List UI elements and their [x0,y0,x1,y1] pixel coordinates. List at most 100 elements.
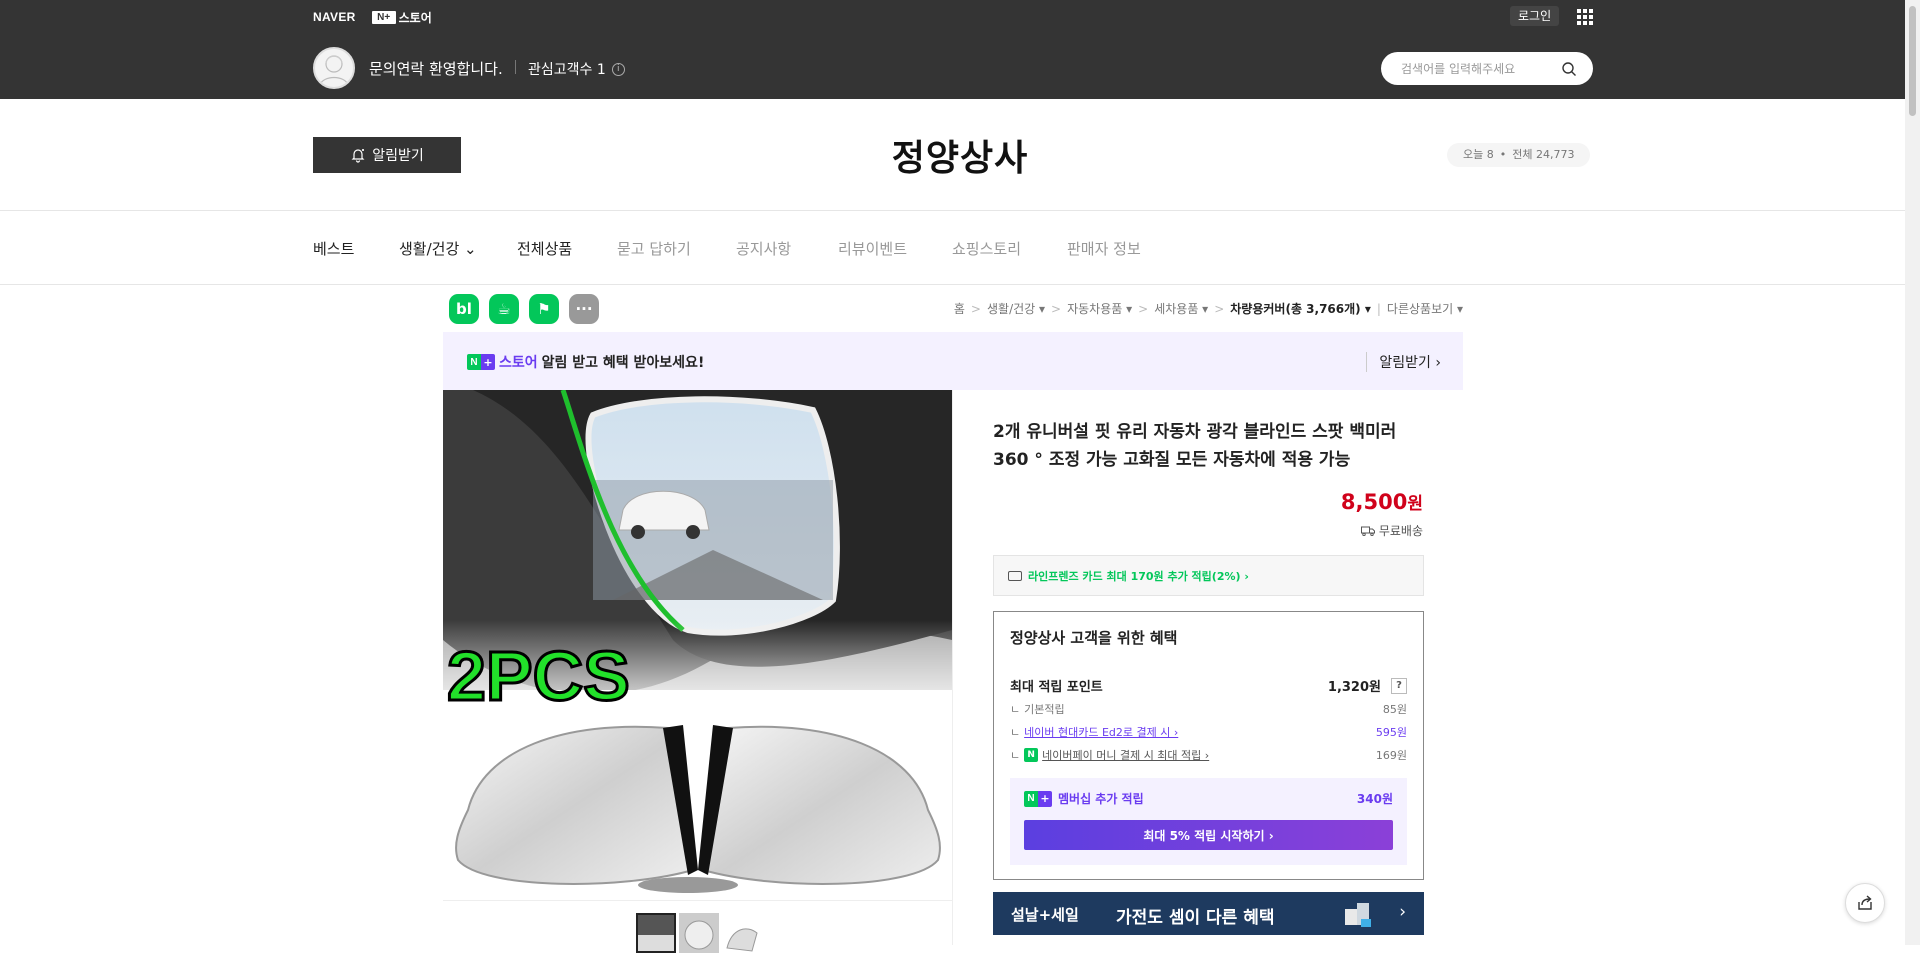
apps-grid-icon[interactable] [1577,9,1593,25]
more-share-button[interactable]: ··· [569,294,599,324]
nav-seller-info[interactable]: 판매자 정보 [1067,238,1141,259]
membership-label-wrap: N + 멤버십 추가 적립 [1024,790,1144,807]
cafe-share-button[interactable]: ☕ [489,294,519,324]
nplus-store-logo[interactable]: N+ 스토어 [371,9,432,26]
base-point-row: ㄴ 기본적립 85원 [1010,701,1407,717]
share-icon [1858,895,1872,910]
card-point-value: 595원 [1375,726,1407,739]
info-icon[interactable]: i [611,62,625,76]
login-button[interactable]: 로그인 [1510,6,1560,26]
visitors-total: 전체 24,773 [1512,148,1575,161]
product-name: 2개 유니버설 핏 유리 자동차 광각 블라인드 스팟 백미러 360 ° 조정… [993,422,1397,470]
floating-share-button[interactable] [1845,883,1885,923]
nplus-plus: + [481,354,495,370]
card-offer-banner[interactable]: 라인프렌즈 카드 최대 170원 추가 적립(2%) › [993,555,1424,596]
customer-benefit-box: 정양상사 고객을 위한 혜택 최대 적립 포인트 1,320원 ? ㄴ 기본적립… [993,611,1424,880]
visitors-dot: • [1499,148,1507,161]
bell-icon [351,149,365,163]
card-point-label-wrap: ㄴ 네이버 현대카드 Ed2로 결제 시 › [1010,724,1178,740]
lunar-sale-banner[interactable]: 설날+세일 가전도 셈이 다른 혜택 › [993,892,1424,935]
nplus-plus: + [1038,790,1052,807]
nplus-store-label: 스토어 [398,10,432,25]
product-price: 8,500원 [1341,489,1423,514]
product-main-image[interactable]: 2PCS [443,390,952,900]
breadcrumb-wash[interactable]: 세차용품 ▾ [1154,300,1208,317]
breadcrumb-car[interactable]: 자동차용품 ▾ [1067,300,1132,317]
nav-notice[interactable]: 공지사항 [736,238,791,259]
breadcrumb-sep: > [1214,301,1225,316]
breadcrumb-sep: > [1138,301,1149,316]
npay-point-row: ㄴ N 네이버페이 머니 결제 시 최대 적립 › 169원 [1010,747,1407,763]
max-point-value: 1,320원 [1327,680,1381,695]
search-input[interactable] [1401,60,1561,77]
alarm-button[interactable]: 알림받기 [313,137,461,173]
npay-point-value: 169원 [1375,749,1407,762]
nav-review-event[interactable]: 리뷰이벤트 [838,238,907,259]
promo-message: 알림 받고 혜택 받아보세요! [541,355,705,371]
store-avatar[interactable] [313,47,355,89]
max-point-value-wrap: 1,320원 ? [1328,676,1407,695]
sale-label: 설날+세일 [1011,906,1079,924]
price-value: 8,500 [1340,490,1408,514]
image-2pcs-text: 2PCS [447,637,630,715]
breadcrumb-sep: > [1051,301,1062,316]
card-point-row: ㄴ 네이버 현대카드 Ed2로 결제 시 › 595원 [1010,724,1407,740]
page-scrollbar[interactable] [1905,0,1920,945]
store-title[interactable]: 정양상사 [760,129,1160,181]
brand-row: NAVER N+ 스토어 [313,8,432,26]
search-icon[interactable] [1561,61,1577,77]
blog-share-button[interactable]: bl [449,294,479,324]
utility-row: bl ☕ ⚑ ··· 홈 > 생활/건강 ▾ > 자동차용품 ▾ > 세차용품 … [449,294,1463,324]
nav-living-health[interactable]: 생활/건강 ⌄ [399,238,477,259]
scrollbar-thumb[interactable] [1909,6,1916,116]
thumbnail-3[interactable] [722,913,762,953]
price-currency: 원 [1407,494,1423,514]
search-box [1381,52,1593,85]
membership-start-button[interactable]: 최대 5% 적립 시작하기 › [1024,820,1393,850]
base-point-label-wrap: ㄴ 기본적립 [1010,701,1065,717]
promo-alarm-link[interactable]: 알림받기 › [1366,352,1441,372]
breadcrumb-home[interactable]: 홈 [954,300,965,317]
nplus-n: N [1024,790,1038,807]
membership-value: 340원 [1356,792,1393,806]
store-nav: 베스트 생활/건강 ⌄ 전체상품 묻고 답하기 공지사항 리뷰이벤트 쇼핑스토리… [0,212,1920,285]
divider [515,60,516,74]
breadcrumb-sep: > [970,301,981,316]
nplus-box: N+ [371,10,396,24]
shipping-text: 무료배송 [1378,524,1423,538]
nav-best[interactable]: 베스트 [313,238,354,259]
membership-nplus-badge: N + [1024,790,1052,807]
shipping-info: 무료배송 [1360,522,1423,539]
tree-branch: ㄴ [1010,703,1021,716]
fan-count[interactable]: 관심고객수 1 i [528,59,625,79]
nplus-n: N [467,354,481,370]
breadcrumb-cover[interactable]: 차량용커버(총 3,766개) ▾ [1230,300,1371,317]
thumbnail-1[interactable] [636,913,676,953]
visitors-today: 오늘 8 [1463,148,1494,161]
card-point-link[interactable]: 네이버 현대카드 Ed2로 결제 시 › [1024,724,1178,740]
sale-headline: 가전도 셈이 다른 혜택 [1116,908,1275,928]
nav-all-products[interactable]: 전체상품 [517,238,572,259]
sale-arrow-icon: › [1399,902,1406,922]
nav-shopping-story[interactable]: 쇼핑스토리 [952,238,1021,259]
benefit-title: 정양상사 고객을 위한 혜택 [1010,629,1178,647]
card-icon [1008,570,1022,581]
breadcrumb-other[interactable]: 다른상품보기 ▾ [1387,300,1463,317]
base-point-label: 기본적립 [1024,703,1065,716]
thumbnail-2[interactable] [679,913,719,953]
npay-icon: N [1024,748,1039,762]
max-point-row: 최대 적립 포인트 1,320원 ? [1010,676,1407,695]
breadcrumb-living[interactable]: 생활/건강 ▾ [987,300,1045,317]
nav-qna[interactable]: 묻고 답하기 [617,238,691,259]
promo-text: N + 스토어 알림 받고 혜택 받아보세요! [467,352,704,372]
nplus-promo-bar: N + 스토어 알림 받고 혜택 받아보세요! 알림받기 › [443,332,1463,390]
alarm-label: 알림받기 [372,148,424,164]
npay-point-link[interactable]: 네이버페이 머니 결제 시 최대 적립 › [1042,747,1209,763]
help-icon[interactable]: ? [1391,677,1407,694]
truck-icon [1360,526,1375,536]
fan-count-text: 관심고객수 1 [528,62,606,78]
nplus-badge: N + [467,354,495,370]
base-point-value: 85원 [1382,703,1407,716]
bookmark-share-button[interactable]: ⚑ [529,294,559,324]
naver-logo[interactable]: NAVER [313,10,356,24]
